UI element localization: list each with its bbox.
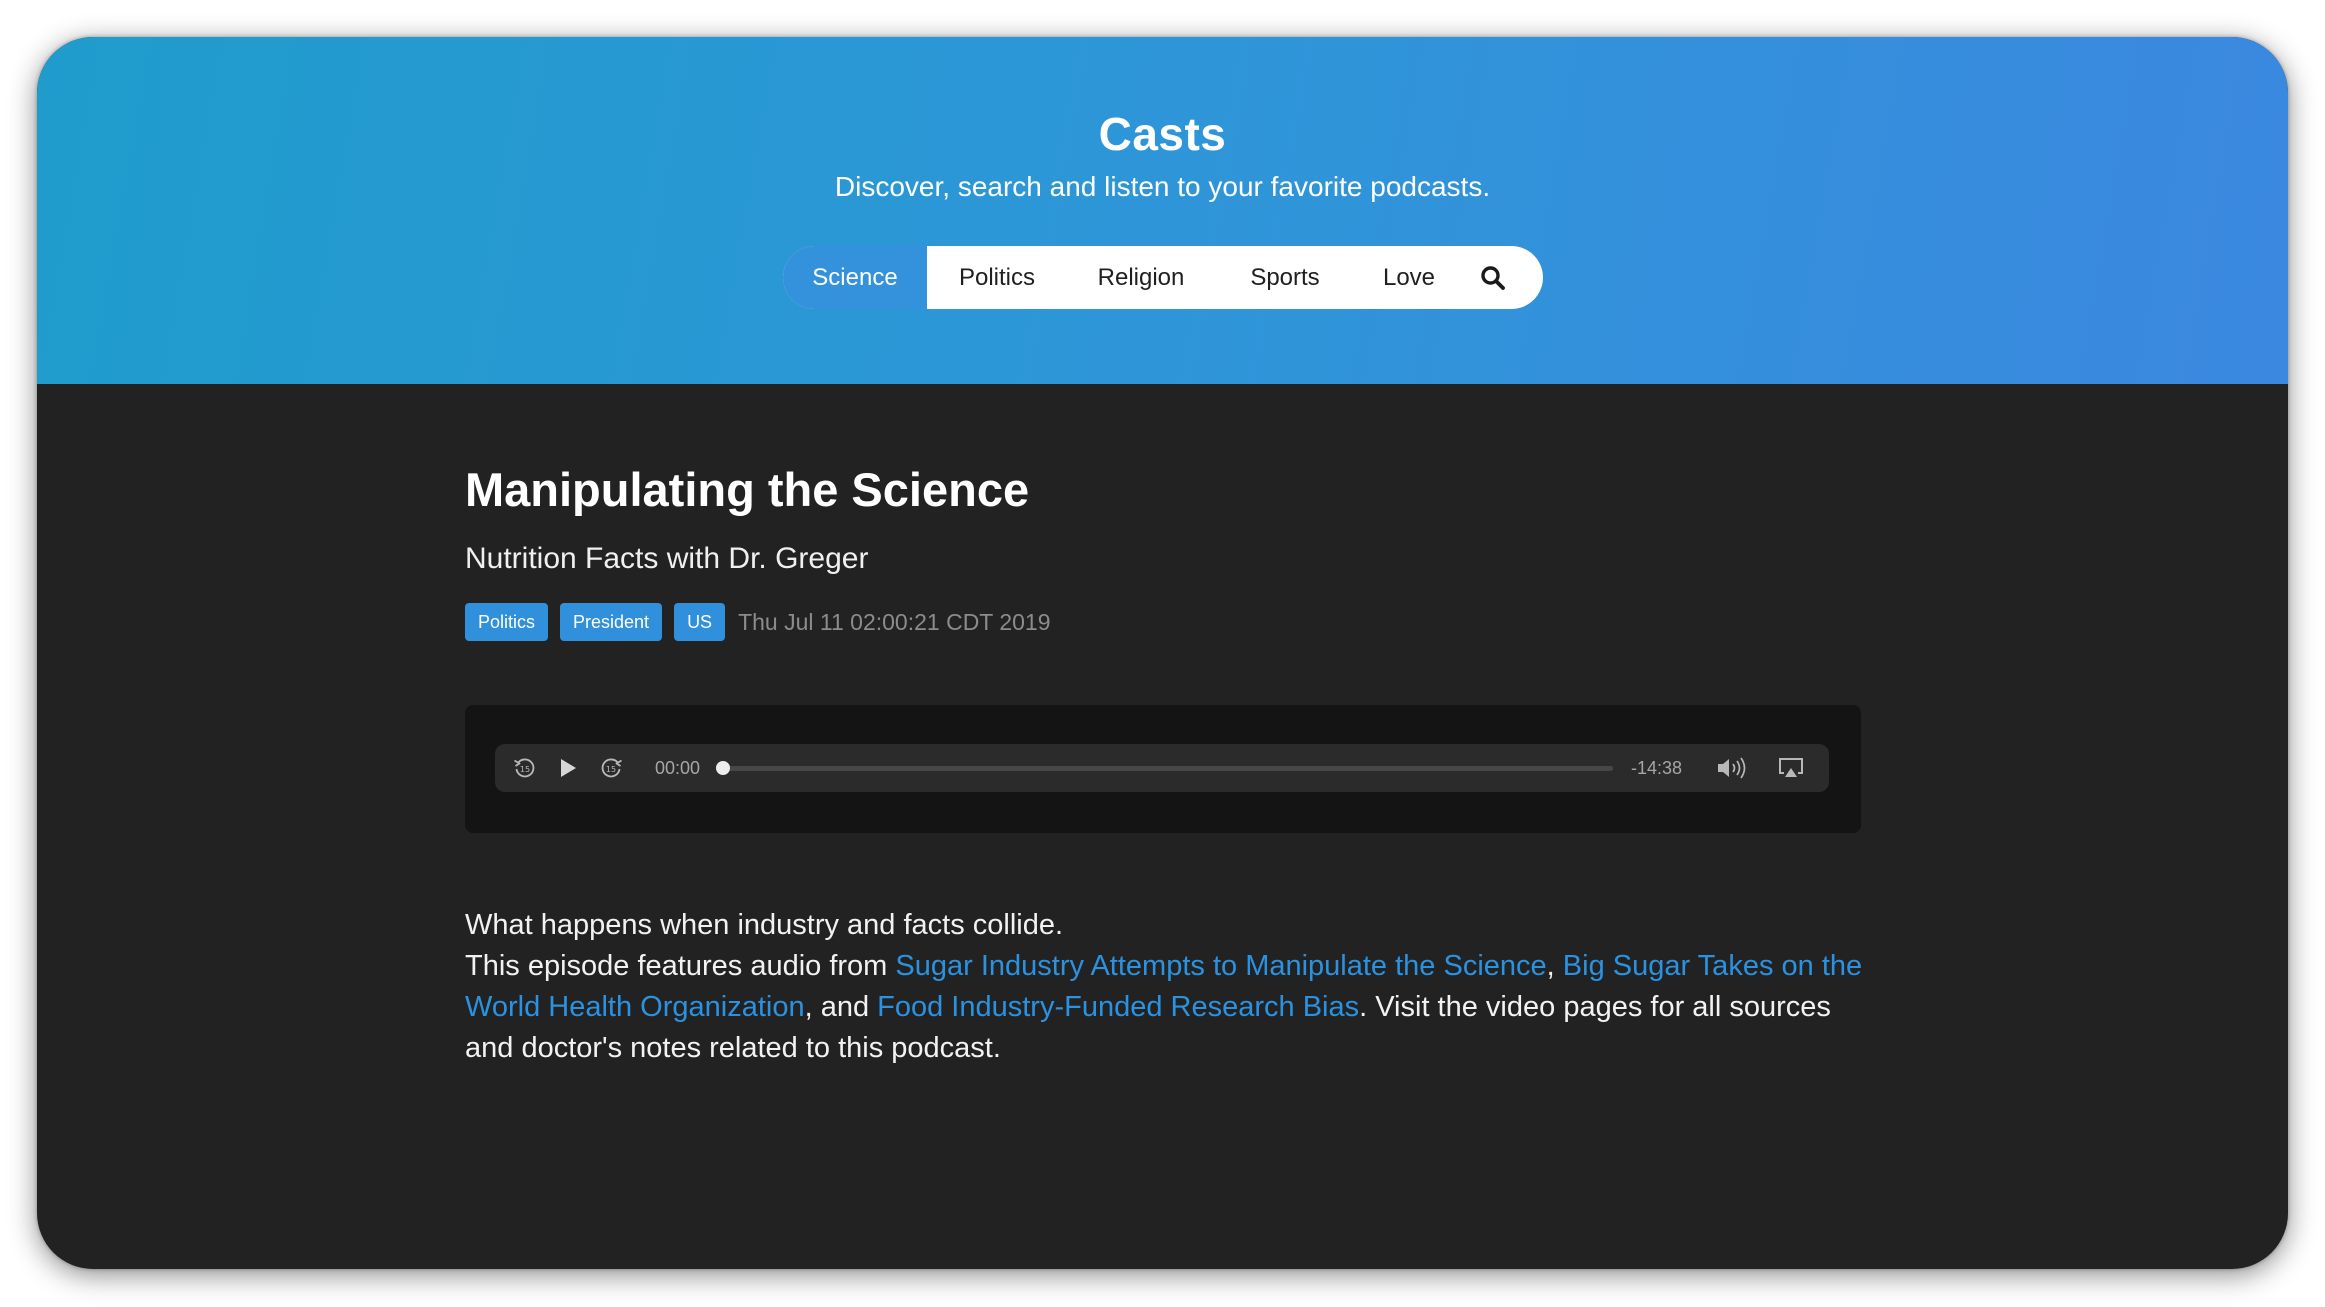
play-icon: [561, 759, 576, 777]
link-food-industry-bias[interactable]: Food Industry-Funded Research Bias: [877, 991, 1359, 1023]
skip-forward-15-icon: 15: [601, 758, 622, 778]
tab-politics[interactable]: Politics: [927, 246, 1067, 309]
tab-science[interactable]: Science: [783, 246, 927, 309]
tag-president[interactable]: President: [560, 603, 663, 641]
volume-icon: [1718, 757, 1746, 779]
publish-date: Thu Jul 11 02:00:21 CDT 2019: [738, 608, 1051, 635]
remaining-time: -14:38: [1631, 757, 1683, 778]
tab-sports[interactable]: Sports: [1215, 246, 1355, 309]
episode-description: What happens when industry and facts col…: [465, 905, 1865, 1069]
audio-player-container: 15 15 00:00 -14:38: [465, 705, 1861, 833]
elapsed-time: 00:00: [655, 757, 701, 778]
tab-religion[interactable]: Religion: [1067, 246, 1215, 309]
svg-text:15: 15: [606, 765, 616, 774]
volume-button[interactable]: [1713, 744, 1753, 792]
app-window: Casts Discover, search and listen to you…: [37, 37, 2288, 1269]
description-lead: What happens when industry and facts col…: [465, 909, 1064, 941]
app-title: Casts: [1098, 108, 1227, 160]
progress-slider[interactable]: [716, 761, 1613, 775]
app-subtitle: Discover, search and listen to your favo…: [834, 171, 1491, 202]
svg-text:15: 15: [520, 765, 530, 774]
skip-back-button[interactable]: 15: [509, 744, 541, 792]
skip-back-15-icon: 15: [514, 758, 535, 778]
description-sep-1: ,: [1546, 950, 1563, 982]
tag-row: Politics President US Thu Jul 11 02:00:2…: [465, 603, 1051, 641]
tag-us[interactable]: US: [674, 603, 726, 641]
skip-forward-button[interactable]: 15: [595, 744, 627, 792]
progress-handle[interactable]: [716, 761, 730, 775]
airplay-icon: [1779, 758, 1803, 777]
description-body: This episode features audio from Sugar I…: [465, 946, 1865, 1069]
play-button[interactable]: [553, 744, 583, 792]
hero-header: Casts Discover, search and listen to you…: [37, 37, 2288, 384]
category-tabs: Science Politics Religion Sports Love: [783, 246, 1543, 309]
search-icon: [1481, 265, 1505, 290]
search-button[interactable]: [1463, 246, 1523, 309]
airplay-button[interactable]: [1771, 744, 1811, 792]
link-sugar-industry[interactable]: Sugar Industry Attempts to Manipulate th…: [895, 950, 1546, 982]
tab-love[interactable]: Love: [1355, 246, 1463, 309]
description-sep-2: , and: [804, 991, 878, 1023]
show-name[interactable]: Nutrition Facts with Dr. Greger: [465, 542, 868, 576]
tag-politics[interactable]: Politics: [465, 603, 549, 641]
episode-title: Manipulating the Science: [465, 463, 1030, 516]
audio-player: 15 15 00:00 -14:38: [495, 744, 1829, 792]
description-intro: This episode features audio from: [465, 950, 896, 982]
